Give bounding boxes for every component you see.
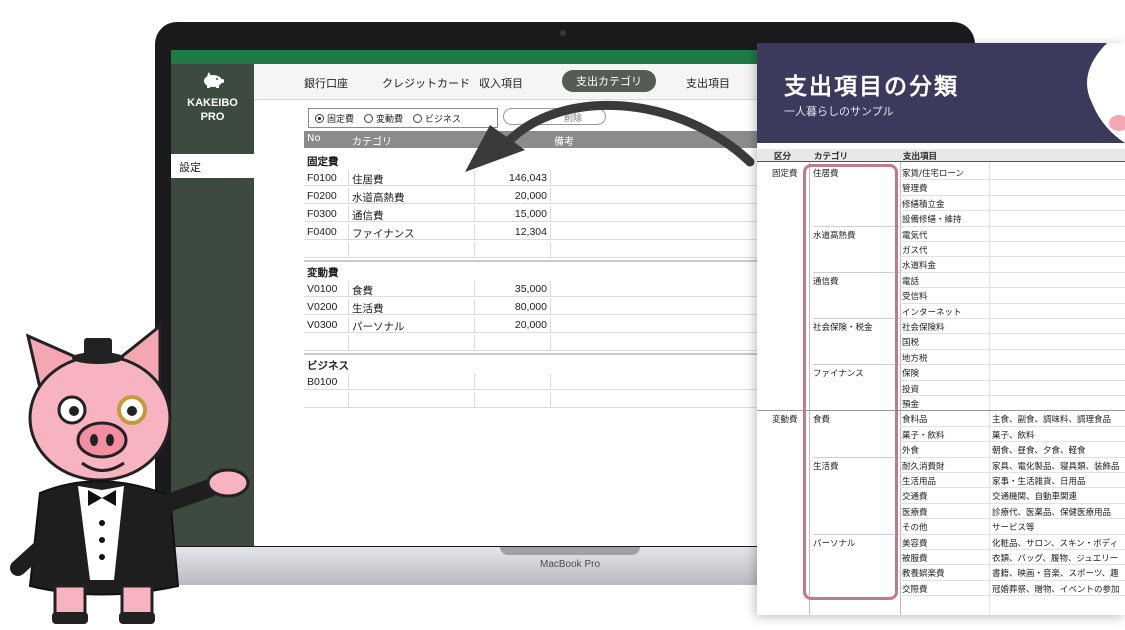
row-amount: 20,000 [514,190,547,202]
curved-arrow-icon [465,100,755,172]
row-no: V0100 [307,283,338,295]
row-amount: 12,304 [514,226,547,238]
sheet-item: 耐久消費財 [902,461,945,472]
row-amount: 80,000 [514,301,547,313]
category-highlight-box [803,164,898,600]
sheet-col-item: 支出項目 [903,152,938,162]
row-name: 水道高熱費 [352,192,405,204]
sheet-item: 修繕積立金 [902,199,945,210]
decorative-swoosh-icon [1087,43,1125,143]
sheet-item: 生活用品 [902,477,937,487]
sheet-note: 主食、副食、調味料、調理食品 [992,415,1112,426]
sheet-note: 家具、電化製品、寝具類、装飾品 [992,461,1120,472]
sheet-item: 水道料金 [902,261,937,272]
sheet-item: 管理費 [902,184,928,195]
sheet-item: インターネット [902,307,962,318]
sheet-title: 支出項目の分類 [784,74,959,100]
sheet-item: 菓子・飲料 [902,430,945,441]
sheet-item: 交際費 [902,584,928,595]
sheet-item: 設備修繕・維持 [902,215,962,226]
app-logo-text: KAKEIBO PRO [171,96,254,124]
sheet-item: ガス代 [902,246,928,256]
sheet-column-header: 区分 カテゴリ 支出項目 [757,149,1125,162]
sheet-note: 診療代、医薬品、保健医療用品 [992,507,1112,518]
sheet-header: 支出項目の分類 一人暮らしのサンプル [757,43,1125,143]
col-no: No [307,133,321,144]
row-no: V0200 [307,301,338,313]
row-name: 通信費 [352,210,384,222]
row-amount: 20,000 [514,319,547,331]
row-no: F0200 [307,190,337,202]
sheet-item: 交通費 [902,492,928,503]
sheet-note: 朝食、昼食、夕食、軽食 [992,446,1086,457]
nav-expense-categories[interactable]: 支出カテゴリ [562,70,656,92]
group-title-fixed: 固定費 [307,156,339,168]
sheet-kubun: 変動費 [772,415,798,426]
sidebar-item-settings[interactable]: 設定 [171,154,254,178]
sheet-item: 預金 [902,400,920,410]
sheet-subtitle: 一人暮らしのサンプル [784,105,894,118]
piggy-bank-icon [204,72,224,88]
row-name: ファイナンス [352,228,415,240]
sheet-col-category: カテゴリ [814,152,849,162]
sheet-note: 化粧品、サロン、スキン・ボディ [992,538,1119,549]
logo-line-1: KAKEIBO [187,97,238,109]
sheet-item: 国税 [902,338,920,349]
sheet-item: 食料品 [902,415,928,426]
nav-expense-items[interactable]: 支出項目 [686,75,730,91]
sheet-item: その他 [902,523,928,534]
sheet-note: サービス等 [992,523,1035,534]
sheet-item: 保険 [902,369,920,380]
sheet-note: 菓子、飲料 [992,430,1035,441]
radio-variable[interactable]: 変動費 [364,112,403,125]
nav-income-items[interactable]: 収入項目 [479,75,523,91]
row-no: F0400 [307,226,337,238]
sheet-col-kubun: 区分 [774,152,792,162]
group-title-variable: 変動費 [307,267,339,279]
sheet-note: 衣類、バッグ、履物、ジュエリー [992,554,1119,564]
row-amount: 35,000 [514,283,547,295]
row-name: 生活費 [352,303,384,315]
sheet-item: 電話 [902,276,920,287]
sheet-note: 冠婚葬祭、贈物、イベントの参加 [992,584,1120,595]
row-no: V0300 [307,319,338,331]
sheet-item: 外食 [902,446,920,457]
sheet-item: 医療費 [902,507,928,518]
sheet-note: 書籍、映画・音楽、スポーツ、趣 [992,569,1119,580]
row-name: 住居費 [352,174,384,186]
radio-fixed[interactable]: 固定費 [315,112,354,125]
sheet-item: 美容費 [902,538,928,549]
sheet-item: 社会保険料 [902,323,945,333]
radio-selected-icon [315,113,324,123]
sheet-item: 受信料 [902,292,928,303]
laptop-notch [500,547,640,555]
radio-empty-icon [413,113,423,123]
sheet-item: 投資 [902,384,920,395]
sheet-kubun: 固定費 [772,169,798,179]
radio-variable-label: 変動費 [376,114,404,125]
sheet-item: 地方税 [902,353,928,364]
expense-classification-sheet: 支出項目の分類 一人暮らしのサンプル 区分 カテゴリ 支出項目 固定費 住居費 家賃… [757,43,1125,615]
radio-fixed-label: 固定費 [327,114,355,125]
sheet-item: 被服費 [902,554,928,564]
row-no: F0300 [307,208,337,220]
row-no: F0100 [307,172,337,184]
radio-empty-icon [364,113,374,123]
sheet-note: 交通機関、自動車関連 [992,492,1078,503]
row-no: B0100 [307,376,338,388]
sheet-item: 家賃/住宅ローン [902,169,964,179]
camera-dot [560,30,566,36]
row-amount: 15,000 [514,208,547,220]
sheet-note: 家事・生活雑貨、日用品 [992,477,1086,487]
sheet-item: 教養娯楽費 [902,569,945,580]
col-category: カテゴリ [352,137,392,148]
nav-bank-accounts[interactable]: 銀行口座 [304,75,348,91]
sheet-item: 電気代 [902,230,928,241]
nav-credit-cards[interactable]: クレジットカード [382,75,470,91]
pig-mascot-icon [10,322,250,624]
logo-line-2: PRO [200,111,225,123]
row-name: パーソナル [352,321,405,333]
group-title-business: ビジネス [307,360,349,372]
row-name: 食費 [352,285,373,297]
